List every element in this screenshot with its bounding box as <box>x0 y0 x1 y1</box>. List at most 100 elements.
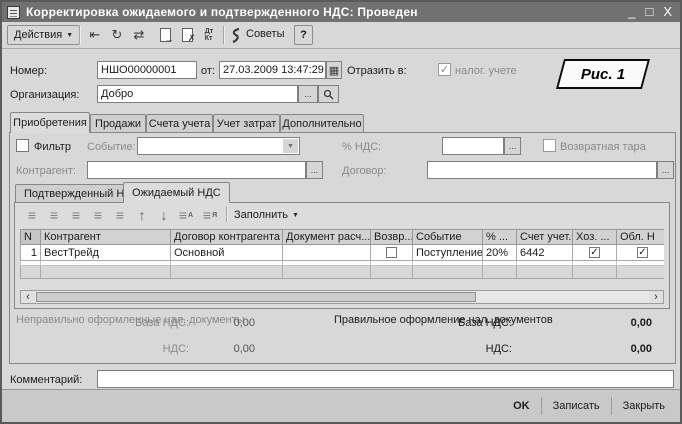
close-window-button[interactable]: Закрыть <box>612 396 676 416</box>
vat-table: N Контрагент Договор контрагента Докумен… <box>20 229 664 279</box>
incorrect-docs-title: Неправильно оформленные нал. документы <box>16 314 116 327</box>
cell-contract: Основной <box>171 245 283 261</box>
edit-row-button[interactable]: ≡ <box>66 206 86 224</box>
exchange-arrows-icon: ⇄ <box>134 27 145 43</box>
counterparty-select-button[interactable]: ... <box>306 161 323 179</box>
move-row-icon: ≡ <box>116 207 124 223</box>
ellipsis-icon: ... <box>311 165 319 175</box>
number-field[interactable]: НШО00000001 <box>97 61 197 79</box>
comment-label: Комментарий: <box>10 374 82 386</box>
goto-related-button[interactable]: ⇤ <box>85 25 105 45</box>
cell-account: 6442 <box>517 245 573 261</box>
col-account[interactable]: Счет учет... <box>517 230 573 245</box>
vat-percent-field[interactable] <box>442 137 504 155</box>
move-up-button[interactable]: ↑ <box>132 206 152 224</box>
copy-row-button[interactable]: ≡ <box>44 206 64 224</box>
filter-checkbox[interactable] <box>16 139 29 152</box>
save-button[interactable]: Записать <box>542 396 611 416</box>
ellipsis-icon: ... <box>509 141 517 151</box>
col-vat-percent[interactable]: % ... <box>483 230 517 245</box>
col-hoz[interactable]: Хоз. ... <box>573 230 617 245</box>
col-settlement-doc[interactable]: Документ расч... <box>283 230 371 245</box>
dropdown-icon: ▼ <box>283 139 298 153</box>
tab-sales[interactable]: Продажи <box>90 114 146 132</box>
close-button[interactable]: X <box>663 4 672 20</box>
tab-cost-accounting[interactable]: Учет затрат <box>213 114 280 132</box>
toolbar-separator <box>79 26 80 44</box>
document-post-icon: → <box>160 28 171 42</box>
refresh-button[interactable]: ↻ <box>107 25 127 45</box>
calendar-button[interactable]: ▦ <box>326 61 342 79</box>
footer-bar: OK Записать Закрыть <box>2 389 680 422</box>
fill-menu-button[interactable]: Заполнить ▼ <box>234 209 299 221</box>
add-row-icon: ≡ <box>28 207 36 223</box>
tips-button[interactable]: Советы <box>246 28 284 40</box>
cell-vat-percent: 20% <box>483 245 517 261</box>
sort-asc-button[interactable]: ≡ А <box>176 206 196 224</box>
delete-row-button[interactable]: ≡ <box>88 206 108 224</box>
comment-field[interactable] <box>97 370 674 388</box>
scrollbar-thumb[interactable] <box>36 292 476 302</box>
contract-field[interactable] <box>427 161 657 179</box>
actions-menu-button[interactable]: Действия ▼ <box>7 25 80 45</box>
ok-button[interactable]: OK <box>502 396 541 416</box>
move-row-button[interactable]: ≡ <box>110 206 130 224</box>
window-title: Корректировка ожидаемого и подтвержденно… <box>26 5 418 19</box>
scroll-right-icon[interactable]: › <box>649 291 663 303</box>
contract-select-button[interactable]: ... <box>657 161 674 179</box>
vat-select-button[interactable]: ... <box>504 137 521 155</box>
cell-returnable <box>371 245 413 261</box>
tare-cell-checkbox[interactable] <box>386 247 397 258</box>
organization-open-button[interactable] <box>318 85 339 103</box>
arrow-down-icon: ↓ <box>161 207 168 223</box>
counterparty-field[interactable] <box>87 161 306 179</box>
col-n[interactable]: N <box>21 230 41 245</box>
hoz-cell-checkbox[interactable]: ✓ <box>589 247 600 258</box>
document-window: Корректировка ожидаемого и подтвержденно… <box>0 0 682 424</box>
event-dropdown[interactable]: ▼ <box>137 137 300 155</box>
delete-row-icon: ≡ <box>94 207 102 223</box>
tips-icon <box>228 25 244 45</box>
table-row[interactable]: 1 ВестТрейд Основной Поступление 20% 644… <box>21 245 665 261</box>
show-postings-button[interactable]: ДтКт <box>199 25 219 45</box>
cancel-posting-button[interactable]: ✗ <box>177 25 197 45</box>
tab-additional[interactable]: Дополнительно <box>280 114 364 132</box>
date-field[interactable]: 27.03.2009 13:47:29 <box>219 61 326 79</box>
scroll-left-icon[interactable]: ‹ <box>21 291 35 303</box>
copy-row-icon: ≡ <box>50 207 58 223</box>
maximize-button[interactable]: □ <box>645 4 653 20</box>
move-down-button[interactable]: ↓ <box>154 206 174 224</box>
figure-badge: Рис. 1 <box>556 59 650 89</box>
obl-cell-checkbox[interactable]: ✓ <box>637 247 648 258</box>
organization-field[interactable]: Добро <box>97 85 298 103</box>
left-base-value: 0,00 <box>200 317 255 329</box>
sort-desc-button[interactable]: ≡ Я <box>200 206 220 224</box>
tab-accounts[interactable]: Счета учета <box>146 114 213 132</box>
returnable-tare-checkbox[interactable] <box>543 139 556 152</box>
table-header-row: N Контрагент Договор контрагента Докумен… <box>21 230 665 245</box>
tax-accounting-checkbox[interactable]: ✓ <box>438 63 451 76</box>
titlebar: Корректировка ожидаемого и подтвержденно… <box>2 2 680 22</box>
col-returnable[interactable]: Возвр... <box>371 230 413 245</box>
main-toolbar: Действия ▼ ⇤ ↻ ⇄ → ✗ ДтКт Советы ? <box>2 22 680 49</box>
refresh-icon: ↻ <box>112 27 123 43</box>
col-obl[interactable]: Обл. Н <box>617 230 665 245</box>
toolbar-separator <box>223 26 224 44</box>
add-row-button[interactable]: ≡ <box>22 206 42 224</box>
help-button[interactable]: ? <box>294 25 313 45</box>
sort-az-icon: ≡ <box>179 207 187 223</box>
structure-button[interactable]: ⇄ <box>129 25 149 45</box>
minimize-button[interactable]: _ <box>628 4 635 20</box>
correct-docs-title: Правильное оформление нал. документов <box>334 314 439 327</box>
returnable-tare-label: Возвратная тара <box>560 141 646 153</box>
col-event[interactable]: Событие <box>413 230 483 245</box>
tab-acquisitions[interactable]: Приобретения <box>10 112 90 133</box>
horizontal-scrollbar[interactable]: ‹ › <box>20 290 664 304</box>
col-contract[interactable]: Договор контрагента <box>171 230 283 245</box>
right-base-value: 0,00 <box>597 317 652 329</box>
tab-expected-vat[interactable]: Ожидаемый НДС <box>123 182 230 203</box>
dt-kt-icon: ДтКт <box>205 28 213 42</box>
col-counterparty[interactable]: Контрагент <box>41 230 171 245</box>
post-document-button[interactable]: → <box>155 25 175 45</box>
organization-select-button[interactable]: ... <box>298 85 318 103</box>
